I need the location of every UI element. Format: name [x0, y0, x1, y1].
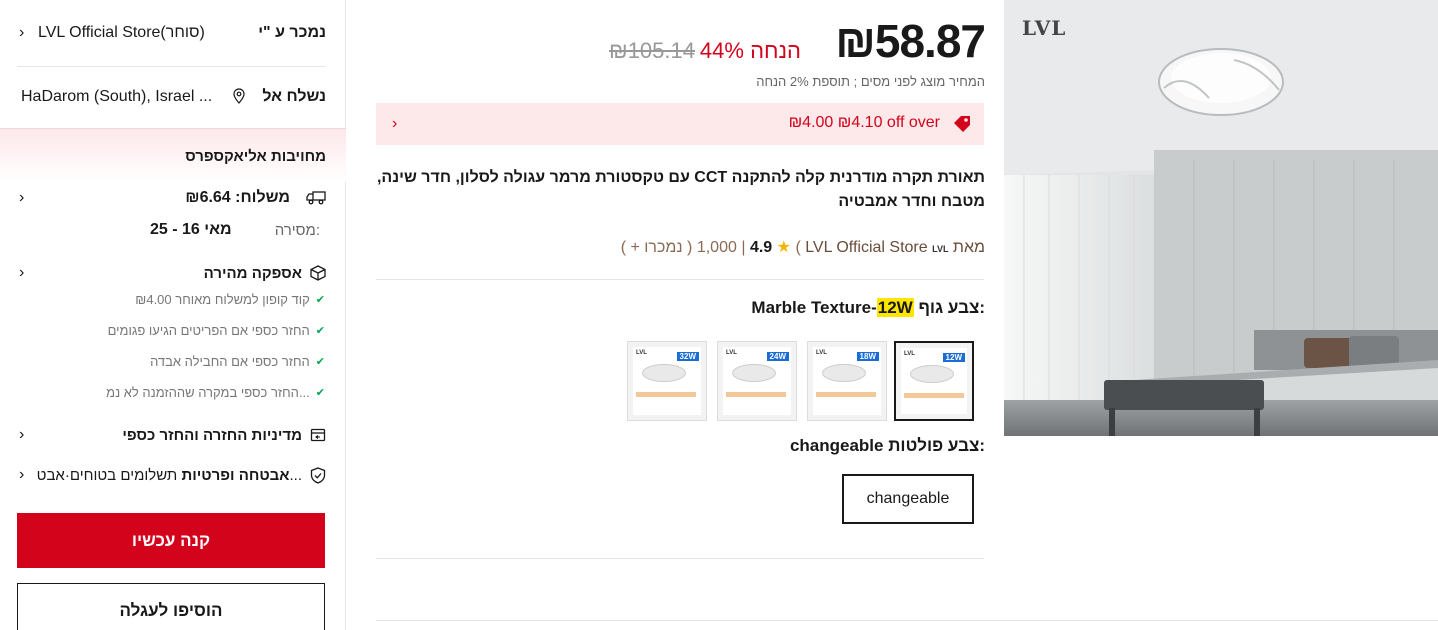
chevron-right-icon[interactable]: › [392, 115, 397, 133]
store-link[interactable]: LVL Official Store [805, 239, 927, 256]
commitment-title: מחויבות אליאקספרס [185, 148, 326, 165]
benefit-item: החזר כספי אם החבילה אבדה ✔ [150, 354, 325, 369]
check-icon: ✔ [315, 356, 325, 368]
benefit-item: החזר כספי במקרה שההזמנה לא נמ... ✔ [106, 385, 325, 400]
ship-to-location[interactable]: HaDarom (South), Israel ... [21, 88, 212, 106]
coupon-text: ₪4.00 ₪4.10 off over [788, 114, 940, 131]
original-price: ₪105.14 [609, 38, 695, 63]
variant-swatch-18w[interactable]: LVL 18W [807, 341, 887, 421]
purchase-panel: › LVL Official Store(סוחר) נמכר ע "י HaD… [0, 0, 346, 630]
chevron-right-icon[interactable]: › [19, 467, 24, 483]
product-main-image[interactable]: LVL [1004, 0, 1438, 436]
delivery-row: מאי 16 - 25 מסירה: [0, 218, 346, 242]
swatch-watt-label: 24W [766, 352, 789, 361]
box-icon [310, 265, 326, 281]
commitment-header: מחויבות אליאקספרס [0, 128, 346, 182]
check-icon: ✔ [315, 325, 325, 337]
light-color-label: צבע פולטות: [888, 436, 985, 455]
swatch-watt-label: 12W [942, 353, 965, 362]
price-tag-icon [954, 116, 970, 132]
fast-delivery-label: אספקה מהירה [203, 264, 302, 282]
light-color-row: changeable צבע פולטות: [790, 436, 985, 456]
divider [376, 620, 1438, 621]
tax-note: המחיר מוצג לפני מסים ; תוספת 2% הנחה [756, 74, 985, 89]
current-price: ₪58.87 [835, 15, 986, 67]
seller-store-name[interactable]: LVL Official Store(סוחר) [38, 24, 205, 42]
variant-swatch-32w[interactable]: LVL 32W [627, 341, 707, 421]
lamp-thumbnail [822, 364, 866, 382]
light-color-value: changeable [789, 436, 884, 455]
body-color-label: צבע גוף: [918, 298, 985, 317]
body-color-value: Marble Texture- [751, 298, 877, 317]
chevron-right-icon[interactable]: › [19, 25, 24, 41]
sold-by-label: נמכר ע "י [258, 24, 326, 41]
product-details: ₪58.87 44% הנחה ₪105.14 המחיר מוצג לפני … [376, 0, 1438, 630]
shipping-row[interactable]: › משלוח: ₪6.64 [0, 186, 346, 210]
check-icon: ✔ [315, 387, 325, 399]
shield-icon [310, 467, 326, 484]
shipping-cost: משלוח: ₪6.64 [185, 189, 290, 206]
lamp-thumbnail [910, 365, 954, 383]
swatch-watt-label: 18W [856, 352, 879, 361]
product-title: תאורת תקרה מודרנית קלה להתקנה CCT עם טקס… [376, 169, 985, 210]
body-color-highlight: 12W [876, 298, 914, 317]
variant-swatch-24w[interactable]: LVL 24W [717, 341, 797, 421]
lamp-thumbnail [732, 364, 776, 382]
location-pin-icon [233, 88, 245, 104]
sold-by-row[interactable]: › LVL Official Store(סוחר) נמכר ע "י [0, 20, 346, 46]
fast-delivery-row[interactable]: › אספקה מהירה [0, 262, 346, 284]
bedroom-scene-image [1004, 0, 1438, 436]
add-to-cart-button[interactable]: הוסיפו לעגלה [17, 583, 325, 630]
lamp-thumbnail [642, 364, 686, 382]
ship-to-row[interactable]: HaDarom (South), Israel ... נשלח אל [0, 84, 346, 110]
delivery-dates: מאי 16 - 25 [150, 221, 232, 238]
brand-logo: LVL [1022, 16, 1067, 40]
discount-label: 44% הנחה [699, 38, 801, 63]
from-label: מאת [952, 239, 985, 256]
light-color-option-button[interactable]: changeable [842, 474, 974, 524]
chevron-right-icon[interactable]: › [19, 190, 24, 206]
body-color-row: Marble Texture-12W צבע גוף: [751, 298, 985, 318]
store-logo: LVL [932, 244, 949, 254]
return-box-icon [310, 428, 326, 442]
returns-policy-label: מדיניות החזרה והחזר כספי [122, 426, 302, 444]
divider [376, 279, 984, 280]
ship-to-label: נשלח אל [262, 88, 326, 105]
truck-icon [306, 191, 326, 205]
security-privacy-label: אבטחה ופרטיות תשלומים בטוחים·אבט... [36, 466, 302, 484]
chevron-right-icon[interactable]: › [19, 265, 24, 281]
buy-now-button[interactable]: קנה עכשיו [17, 513, 325, 568]
swatch-watt-label: 32W [676, 352, 699, 361]
benefit-item: החזר כספי אם הפריטים הגיעו פגומים ✔ [107, 323, 325, 338]
rating-value: 4.9 [749, 239, 773, 256]
sold-count: 1,000 [696, 239, 737, 256]
sold-label: + נמכרו ) [630, 239, 693, 256]
security-privacy-row[interactable]: › אבטחה ופרטיות תשלומים בטוחים·אבט... [0, 464, 346, 486]
variant-swatch-12w-selected[interactable]: LVL 12W [894, 341, 974, 421]
divider [17, 66, 325, 67]
coupon-bar[interactable]: › ₪4.00 ₪4.10 off over [376, 103, 984, 145]
delivery-label: מסירה: [274, 221, 320, 239]
star-icon: ★ [776, 239, 791, 256]
chevron-right-icon[interactable]: › [19, 427, 24, 443]
store-rating-line: ( + נמכרו ) 4.9 | 1,000 ★ ( LVL Official… [620, 239, 985, 256]
check-icon: ✔ [315, 294, 325, 306]
benefit-item: ₪4.00 קוד קופון למשלוח מאוחר ✔ [135, 292, 325, 307]
divider [376, 558, 984, 559]
returns-policy-row[interactable]: › מדיניות החזרה והחזר כספי [0, 424, 346, 446]
